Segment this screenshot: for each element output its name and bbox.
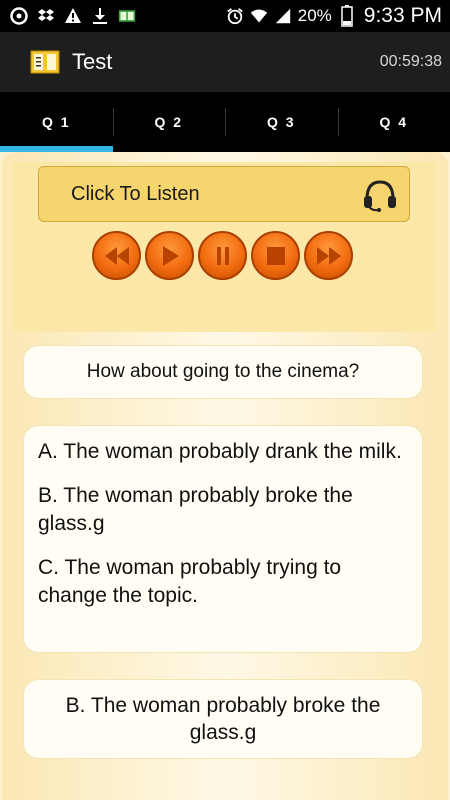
option-c[interactable]: C. The woman probably trying to change t… [38,554,408,610]
listen-label: Click To Listen [71,182,200,205]
stop-button[interactable] [251,231,300,280]
wifi-icon [250,7,268,25]
tab-q3[interactable]: Q 3 [225,92,338,152]
battery-icon [338,5,356,27]
tab-q2[interactable]: Q 2 [112,92,226,152]
headphones-icon [361,177,399,213]
play-icon [162,245,179,266]
alarm-icon [226,7,244,25]
pause-button[interactable] [198,231,247,280]
question-text: How about going to the cinema? [24,346,422,398]
selected-answer: B. The woman probably broke the glass.g [24,680,422,758]
pause-icon [216,246,229,265]
notification-icon [10,7,28,25]
content-area: Click To Listen How about going to the c… [0,152,450,800]
question-tabs: Q 1 Q 2 Q 3 Q 4 [0,92,450,152]
option-b[interactable]: B. The woman probably broke the glass.g [38,482,408,538]
stop-icon [266,246,285,265]
tab-q4[interactable]: Q 4 [337,92,450,152]
app-bar: Test 00:59:38 [0,32,450,92]
dropbox-icon [37,7,55,25]
answer-options: A. The woman probably drank the milk. B.… [24,426,422,652]
tab-q1[interactable]: Q 1 [0,92,113,152]
book-icon[interactable] [30,50,60,74]
book-icon [118,7,136,25]
play-button[interactable] [145,231,194,280]
download-icon [91,7,109,25]
option-a[interactable]: A. The woman probably drank the milk. [38,438,408,466]
click-to-listen-button[interactable]: Click To Listen [38,166,410,222]
player-controls [92,231,353,280]
countdown-timer: 00:59:38 [379,53,442,70]
fast-forward-icon [316,246,341,265]
fast-forward-button[interactable] [304,231,353,280]
rewind-icon [104,246,129,265]
status-time: 9:33 PM [363,4,442,27]
status-bar: 20% 9:33 PM [0,0,450,32]
battery-percentage: 20% [297,6,332,25]
signal-icon [274,7,292,25]
app-title: Test [72,49,113,74]
rewind-button[interactable] [92,231,141,280]
warning-icon [64,7,82,25]
